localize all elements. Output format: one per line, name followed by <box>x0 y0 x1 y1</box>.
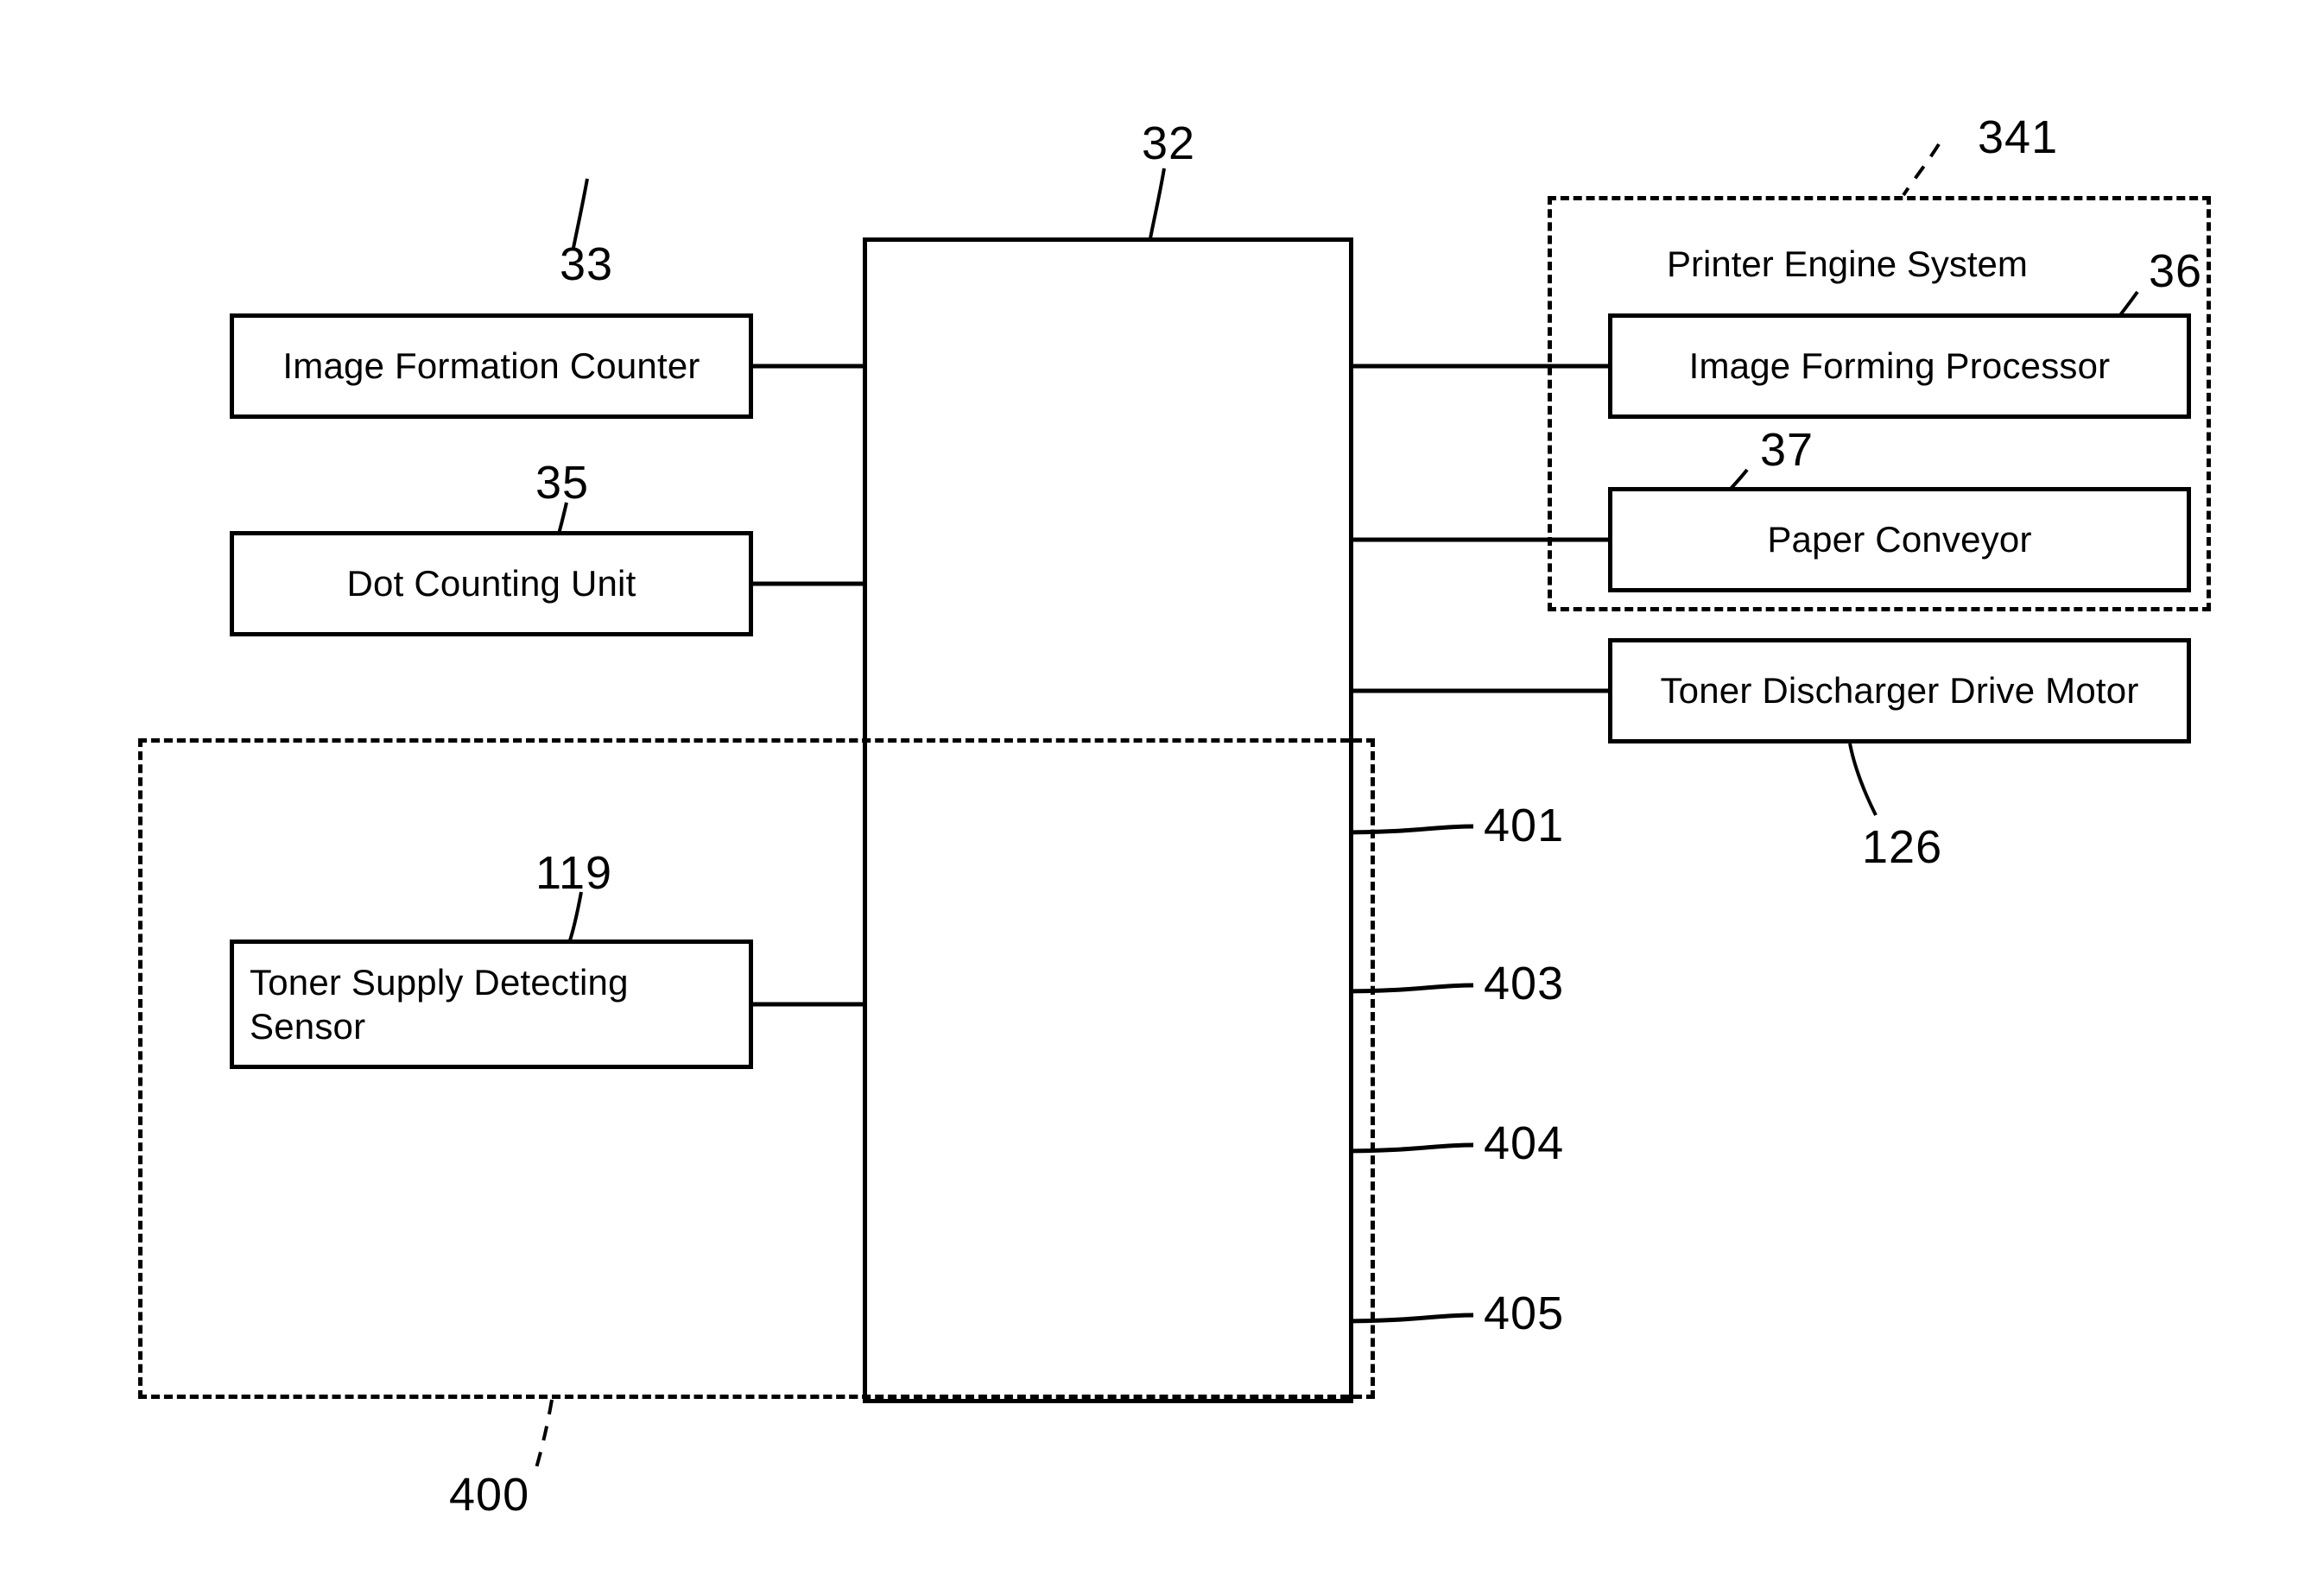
ref-numeral-33: 33 <box>560 238 614 290</box>
ref-numeral-126: 126 <box>1862 821 1943 873</box>
ref-numeral-119: 119 <box>535 847 613 899</box>
paper-conveyor-block[interactable]: Paper Conveyor <box>1608 487 2191 592</box>
ref-numeral-404: 404 <box>1484 1117 1565 1169</box>
image-formation-counter-label: Image Formation Counter <box>282 345 700 387</box>
image-forming-processor-block[interactable]: Image Forming Processor <box>1608 313 2191 419</box>
dot-counting-unit-block[interactable]: Dot Counting Unit <box>230 531 753 636</box>
group-box-400-overlay <box>138 738 1375 1399</box>
paper-conveyor-label: Paper Conveyor <box>1767 519 2032 560</box>
toner-discharger-drive-motor-label: Toner Discharger Drive Motor <box>1660 670 2139 712</box>
ref-numeral-400: 400 <box>449 1469 530 1521</box>
ref-numeral-36: 36 <box>2149 245 2203 297</box>
image-forming-processor-label: Image Forming Processor <box>1688 345 2111 387</box>
toner-discharger-drive-motor-block[interactable]: Toner Discharger Drive Motor <box>1608 638 2191 743</box>
image-formation-counter-block[interactable]: Image Formation Counter <box>230 313 753 419</box>
ref-numeral-403: 403 <box>1484 958 1565 1009</box>
printer-engine-system-title: Printer Engine System <box>1667 244 2028 284</box>
figure-canvas: Printer Engine System Image Formation Co… <box>0 0 2324 1569</box>
dot-counting-unit-label: Dot Counting Unit <box>346 563 636 604</box>
ref-numeral-405: 405 <box>1484 1287 1565 1339</box>
ref-numeral-341: 341 <box>1978 111 2059 163</box>
ref-numeral-37: 37 <box>1760 424 1814 476</box>
ref-numeral-35: 35 <box>535 457 590 509</box>
ref-numeral-401: 401 <box>1484 800 1565 851</box>
ref-numeral-32: 32 <box>1142 117 1196 169</box>
